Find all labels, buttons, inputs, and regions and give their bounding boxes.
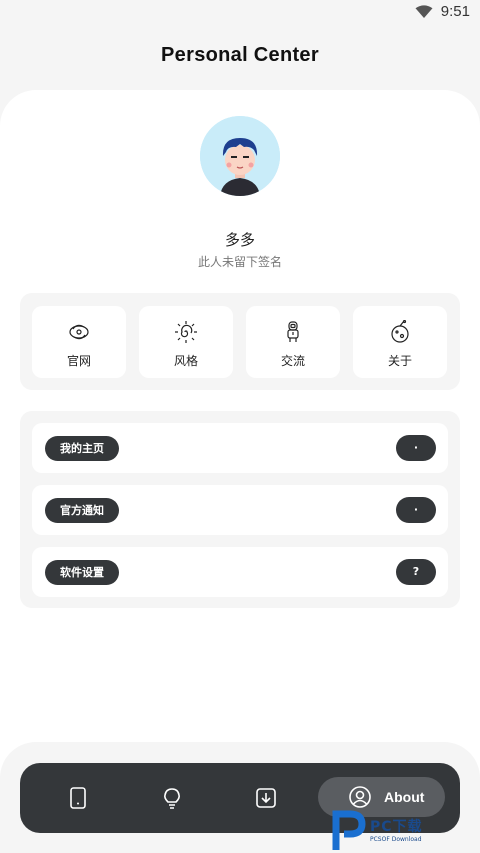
watermark-text: PC下载: [370, 819, 423, 835]
tablet-icon[interactable]: [66, 786, 90, 810]
shortcut-label: 风格: [173, 354, 198, 368]
signature: 此人未留下签名: [197, 255, 282, 269]
shortcut-official-site[interactable]: 官网: [32, 306, 126, 378]
wifi-icon: [415, 4, 433, 18]
menu-item-label: 软件设置: [45, 560, 119, 585]
spiral-sun-icon: [175, 321, 197, 343]
menu-item-official-notice[interactable]: 官方通知 ·: [32, 485, 448, 535]
menu-item-badge: ?: [396, 559, 436, 585]
status-bar: 9:51: [0, 0, 480, 26]
menu-item-badge: ·: [396, 435, 436, 461]
nav-about-label: About: [384, 789, 425, 805]
menu-panel: 我的主页 · 官方通知 · 软件设置 ?: [20, 411, 460, 608]
menu-item-label: 官方通知: [45, 498, 119, 523]
status-time: 9:51: [440, 3, 470, 20]
watermark: PC下载 PCSOF Download: [330, 806, 480, 853]
bulb-icon[interactable]: [160, 786, 184, 810]
menu-item-badge: ·: [396, 497, 436, 523]
avatar[interactable]: [200, 116, 280, 196]
shortcut-label: 关于: [387, 354, 412, 368]
astronaut-icon: [287, 321, 299, 342]
shortcut-community[interactable]: 交流: [246, 306, 340, 378]
watermark-subtext: PCSOF Download: [370, 836, 422, 843]
menu-item-settings[interactable]: 软件设置 ?: [32, 547, 448, 597]
shortcut-label: 官网: [66, 354, 91, 368]
menu-item-homepage[interactable]: 我的主页 ·: [32, 423, 448, 473]
shortcut-about[interactable]: 关于: [353, 306, 447, 378]
pc-logo-icon: [332, 810, 366, 850]
shortcut-label: 交流: [280, 354, 305, 368]
download-icon[interactable]: [254, 786, 278, 810]
page-title: Personal Center: [161, 44, 319, 66]
shortcut-style[interactable]: 风格: [139, 306, 233, 378]
menu-item-label: 我的主页: [45, 436, 119, 461]
shortcut-panel: 官网 风格 交流 关于: [20, 293, 460, 390]
username: 多多: [224, 231, 255, 249]
galaxy-icon: [69, 324, 89, 340]
boy-avatar-icon: [200, 116, 280, 196]
planet-icon: [391, 320, 409, 343]
